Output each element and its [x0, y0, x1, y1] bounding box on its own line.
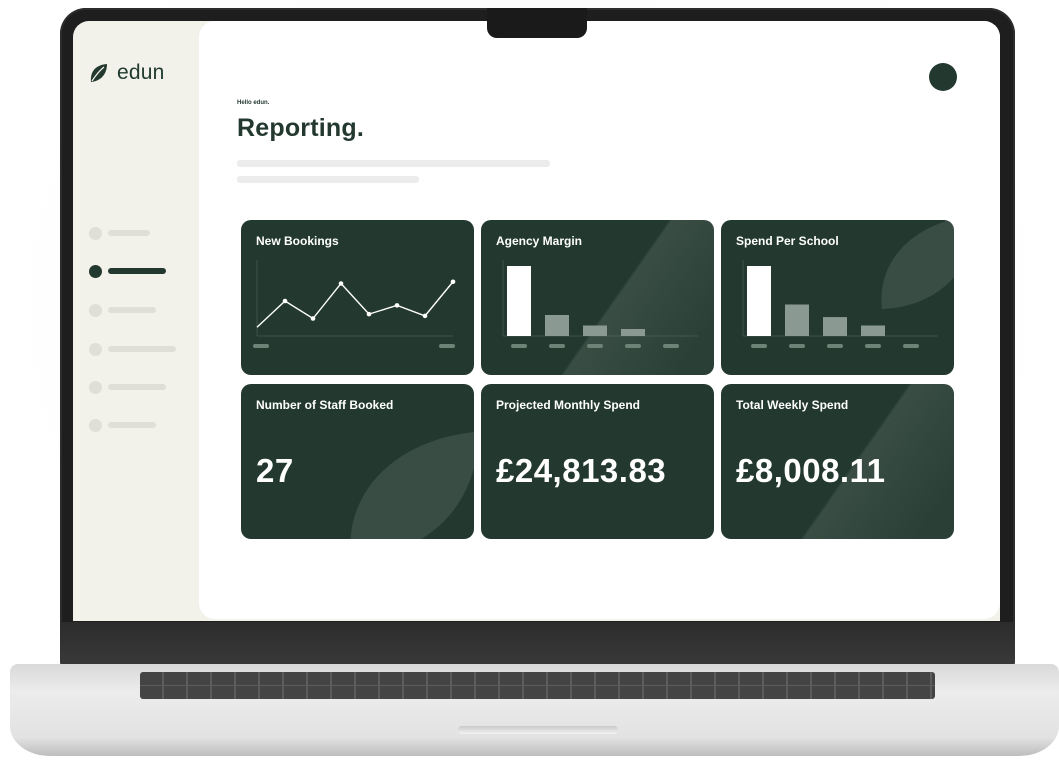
- sidebar: edun: [73, 21, 213, 621]
- laptop-keyboard: [140, 672, 935, 699]
- bar: [823, 317, 847, 336]
- data-point: [422, 313, 428, 319]
- nav-placeholder: [108, 346, 176, 352]
- series-line: [256, 281, 454, 328]
- main-panel: Hello edun. Reporting. New Bookings Agen…: [199, 21, 1000, 619]
- x-tick-label-placeholder: [439, 344, 455, 348]
- brand-name: edun: [117, 61, 165, 84]
- card-title: Number of Staff Booked: [256, 398, 394, 412]
- staff-booked-value: 27: [256, 452, 294, 489]
- nav-placeholder: [108, 384, 166, 390]
- leaf-logo-icon: [90, 64, 107, 82]
- sidebar-item-5[interactable]: [89, 380, 166, 394]
- nav-dot-icon: [89, 380, 102, 394]
- data-point: [282, 298, 288, 304]
- x-tick-label-placeholder: [253, 344, 269, 348]
- x-tick-label-placeholder: [827, 344, 843, 348]
- data-point: [338, 281, 344, 286]
- data-point: [394, 303, 400, 308]
- bar: [747, 266, 771, 336]
- nav-dot-icon: [89, 418, 102, 432]
- nav-dot-icon: [89, 226, 102, 240]
- nav-placeholder: [108, 268, 166, 274]
- card-spend-per-school[interactable]: Spend Per School: [721, 220, 954, 375]
- nav-dot-icon: [89, 342, 102, 356]
- x-tick-label-placeholder: [625, 344, 641, 348]
- weekly-spend-value: £8,008.11: [736, 452, 886, 489]
- laptop-hinge: [60, 622, 1015, 668]
- bar: [507, 266, 531, 336]
- spend-per-school-bar-chart: [742, 260, 938, 348]
- sidebar-item-4[interactable]: [89, 342, 176, 356]
- laptop-trackpad-edge: [458, 726, 618, 734]
- x-tick-label-placeholder: [865, 344, 881, 348]
- camera-notch: [487, 8, 587, 38]
- greeting: Hello edun.: [237, 100, 270, 106]
- data-point: [366, 311, 372, 317]
- card-title: Projected Monthly Spend: [496, 398, 641, 412]
- card-title: Agency Margin: [496, 234, 583, 248]
- avatar[interactable]: [929, 63, 957, 91]
- nav-placeholder: [108, 307, 156, 313]
- laptop-screen: edun Hello edun. Reporting. New Bookings…: [73, 21, 1000, 621]
- nav-dot-icon: [89, 264, 102, 278]
- card-title: Total Weekly Spend: [736, 398, 849, 412]
- card-staff-booked[interactable]: Number of Staff Booked 27: [241, 384, 474, 539]
- data-point: [450, 279, 456, 285]
- x-tick-label-placeholder: [751, 344, 767, 348]
- sidebar-item-6[interactable]: [89, 418, 156, 432]
- card-weekly-spend[interactable]: Total Weekly Spend £8,008.11: [721, 384, 954, 539]
- nav-dot-icon: [89, 303, 102, 317]
- nav-placeholder: [108, 422, 156, 428]
- card-title: Spend Per School: [736, 234, 839, 248]
- card-agency-margin[interactable]: Agency Margin: [481, 220, 714, 375]
- x-tick-label-placeholder: [663, 344, 679, 348]
- card-new-bookings[interactable]: New Bookings: [241, 220, 474, 375]
- x-tick-label-placeholder: [903, 344, 919, 348]
- sidebar-item-2-active[interactable]: [89, 264, 166, 278]
- page-title: Reporting.: [237, 114, 364, 142]
- data-point: [310, 316, 316, 321]
- bar: [583, 325, 607, 336]
- subtitle-placeholder-2: [237, 176, 419, 183]
- x-tick-label-placeholder: [789, 344, 805, 348]
- subtitle-placeholder-1: [237, 160, 550, 167]
- nav-placeholder: [108, 230, 150, 236]
- agency-margin-bar-chart: [502, 260, 698, 348]
- brand[interactable]: edun: [87, 61, 165, 85]
- sidebar-item-1[interactable]: [89, 226, 150, 240]
- bar: [621, 329, 645, 336]
- sidebar-item-3[interactable]: [89, 303, 156, 317]
- x-tick-label-placeholder: [511, 344, 527, 348]
- x-tick-label-placeholder: [587, 344, 603, 348]
- monthly-spend-value: £24,813.83: [496, 452, 667, 489]
- bar: [785, 304, 809, 336]
- x-tick-label-placeholder: [549, 344, 565, 348]
- leaf-decoration-icon: [350, 432, 474, 539]
- bar: [861, 325, 885, 336]
- card-title: New Bookings: [256, 234, 339, 248]
- new-bookings-line-chart: [253, 260, 456, 348]
- bar: [545, 315, 569, 336]
- card-monthly-spend[interactable]: Projected Monthly Spend £24,813.83: [481, 384, 714, 539]
